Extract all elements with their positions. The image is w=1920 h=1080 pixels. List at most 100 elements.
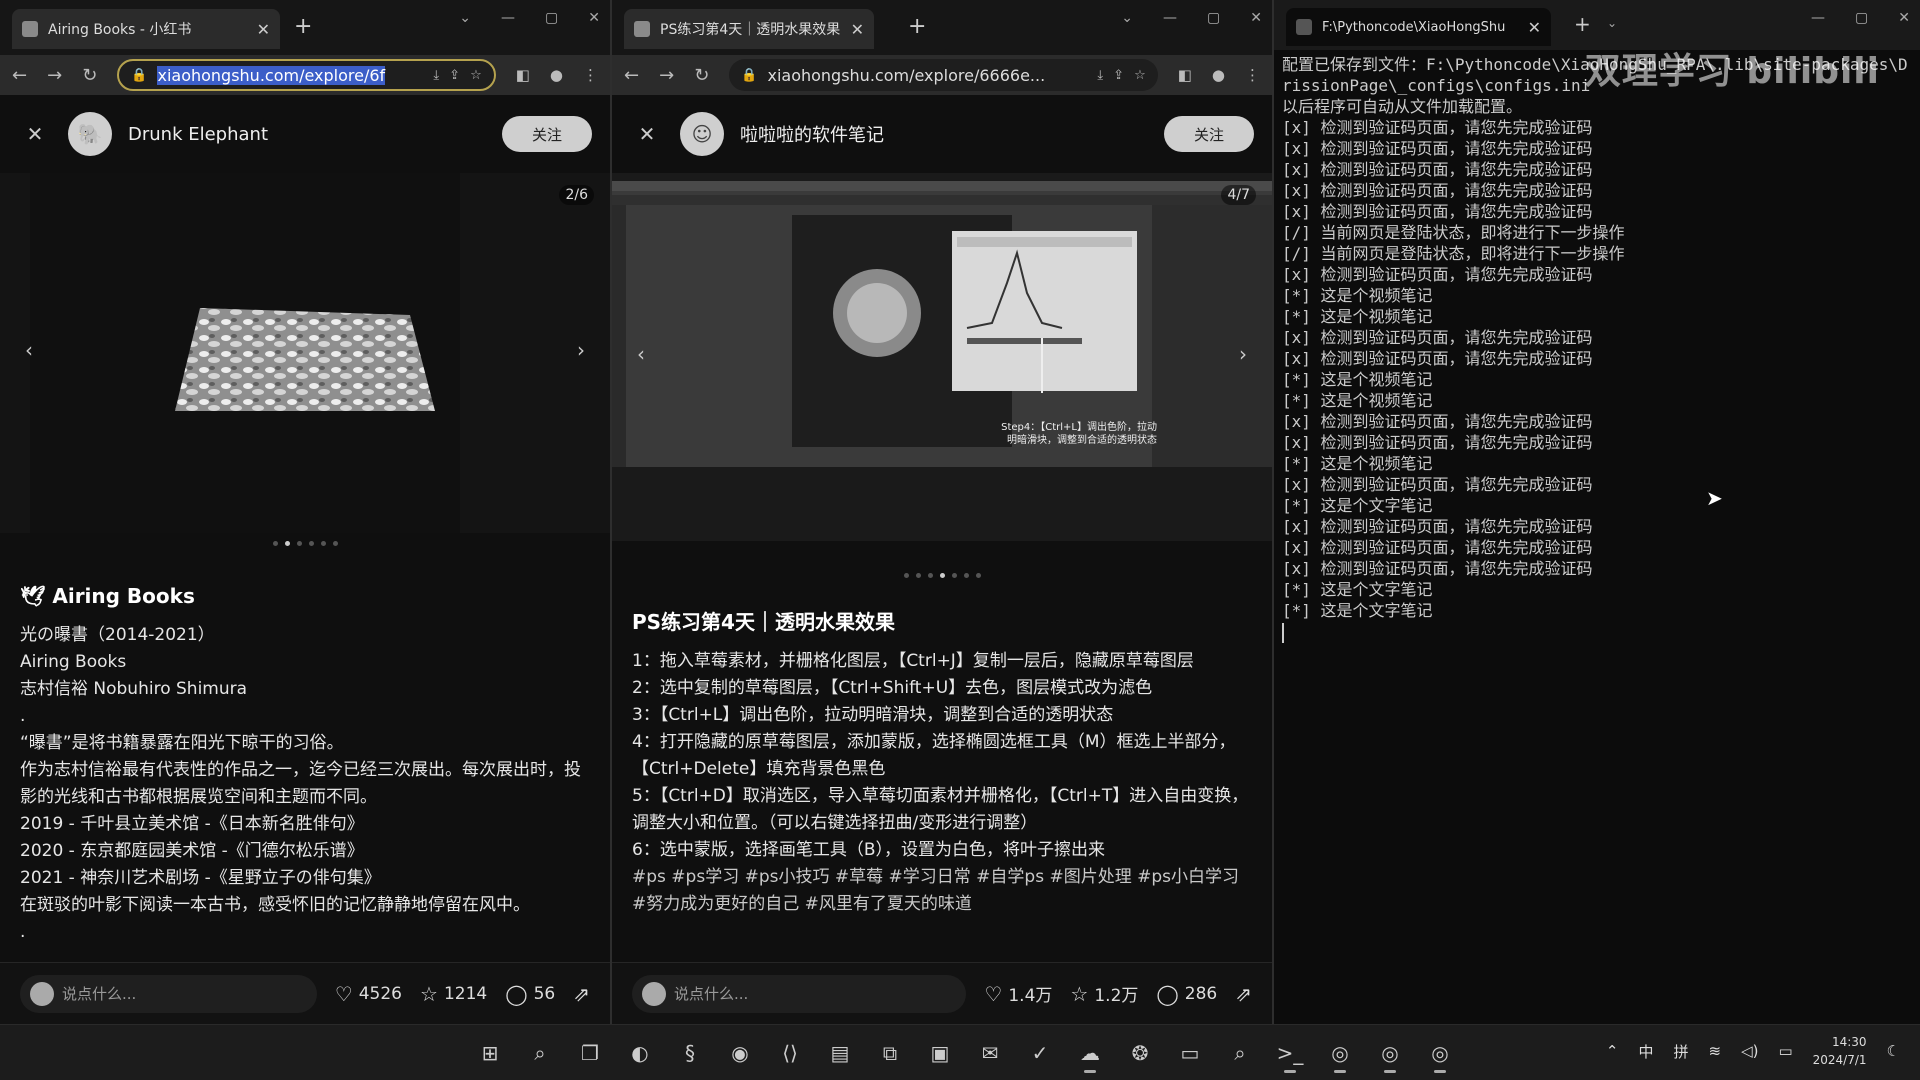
close-window-icon[interactable]: ✕ <box>1250 10 1262 26</box>
back-icon[interactable]: ← <box>624 65 639 86</box>
wifi-icon[interactable]: ≋ <box>1708 1042 1721 1060</box>
carousel-dot[interactable] <box>903 573 909 578</box>
note-image-carousel[interactable]: 4/7 ‹ › Step4：【Ctrl+L】调出色阶，拉动明暗滑块，调整到合适的… <box>612 173 1272 541</box>
terminal-app-icon[interactable]: >_ <box>1270 1033 1310 1073</box>
tray-overflow-icon[interactable]: ⌃ <box>1606 1042 1619 1060</box>
share-icon[interactable]: ⇪ <box>449 68 460 83</box>
address-bar[interactable]: 🔒 xiaohongshu.com/explore/6f ⤓ ⇪ ☆ <box>117 59 496 91</box>
share-icon[interactable]: ⇪ <box>1113 68 1124 83</box>
vscode-icon[interactable]: ⟨⟩ <box>770 1033 810 1073</box>
minimize-icon[interactable]: — <box>1811 10 1825 26</box>
collect-button[interactable]: ☆ 1214 <box>420 982 487 1006</box>
close-tab-icon[interactable]: ✕ <box>257 20 270 39</box>
carousel-dot[interactable] <box>296 541 302 546</box>
close-tab-icon[interactable]: ✕ <box>851 20 864 39</box>
task-view-icon[interactable]: ❐ <box>570 1033 610 1073</box>
author-name[interactable]: Drunk Elephant <box>128 124 486 145</box>
file-explorer-icon[interactable]: ▭ <box>1170 1033 1210 1073</box>
follow-button[interactable]: 关注 <box>1164 116 1254 152</box>
tab-dropdown-icon[interactable]: ⌄ <box>1607 16 1617 30</box>
note-image-carousel[interactable]: 2/6 ‹ › <box>0 173 610 533</box>
tab-search-icon[interactable]: ⌄ <box>1121 10 1133 26</box>
typora-icon[interactable]: ▤ <box>820 1033 860 1073</box>
outlook-icon[interactable]: ✉ <box>970 1033 1010 1073</box>
ime-indicator[interactable]: 中 <box>1638 1041 1653 1062</box>
carousel-dot[interactable] <box>951 573 957 578</box>
author-name[interactable]: 啦啦啦的软件笔记 <box>740 121 1148 147</box>
terminal-output[interactable]: 配置已保存到文件：F:\Pythoncode\XiaoHongShu_RPA\.… <box>1274 50 1920 647</box>
like-button[interactable]: ♡ 1.4万 <box>984 981 1052 1007</box>
carousel-dot[interactable] <box>963 573 969 578</box>
carousel-dot[interactable] <box>975 573 981 578</box>
carousel-dot[interactable] <box>308 541 314 546</box>
search-tool-icon[interactable]: ⌕ <box>1220 1033 1260 1073</box>
note-tags[interactable]: #ps #ps学习 #ps小技巧 #草莓 #学习日常 #自学ps #图片处理 #… <box>632 864 1256 918</box>
side-panel-icon[interactable]: ◧ <box>1178 66 1192 84</box>
bookmark-star-icon[interactable]: ☆ <box>470 68 482 83</box>
new-tab-icon[interactable]: + <box>1574 12 1591 36</box>
terminal-tab[interactable]: F:\Pythoncode\XiaoHongShu ✕ <box>1286 8 1551 46</box>
side-panel-icon[interactable]: ◧ <box>516 66 530 84</box>
edge-browser-icon[interactable]: ◐ <box>620 1033 660 1073</box>
maximize-icon[interactable]: ▢ <box>1207 10 1220 26</box>
bookmark-star-icon[interactable]: ☆ <box>1134 68 1146 83</box>
minimize-icon[interactable]: — <box>501 10 515 26</box>
carousel-dot-active[interactable] <box>939 573 945 578</box>
sublime-icon[interactable]: § <box>670 1033 710 1073</box>
author-avatar[interactable]: ☺ <box>680 112 724 156</box>
chrome-icon-2[interactable]: ◎ <box>1370 1033 1410 1073</box>
close-note-icon[interactable]: ✕ <box>18 122 52 146</box>
close-window-icon[interactable]: ✕ <box>588 10 600 26</box>
like-button[interactable]: ♡ 4526 <box>335 982 402 1006</box>
reload-icon[interactable]: ↻ <box>82 65 97 86</box>
url-text[interactable]: xiaohongshu.com/explore/6f <box>157 65 423 85</box>
close-window-icon[interactable]: ✕ <box>1898 10 1910 26</box>
install-icon[interactable]: ⤓ <box>433 68 439 83</box>
forward-icon[interactable]: → <box>659 65 674 86</box>
address-bar[interactable]: 🔒 xiaohongshu.com/explore/6666e... ⤓ ⇪ ☆ <box>729 59 1158 91</box>
carousel-dot[interactable] <box>927 573 933 578</box>
carousel-dot[interactable] <box>915 573 921 578</box>
maximize-icon[interactable]: ▢ <box>545 10 558 26</box>
tab-ps-practice[interactable]: PS练习第4天｜透明水果效果 - 小 ✕ <box>624 9 874 49</box>
profile-icon[interactable]: ● <box>1212 66 1225 84</box>
carousel-dot-active[interactable] <box>284 541 290 546</box>
comment-button[interactable]: ◯ 286 <box>1156 982 1217 1006</box>
close-note-icon[interactable]: ✕ <box>630 122 664 146</box>
reload-icon[interactable]: ↻ <box>694 65 709 86</box>
ime-mode[interactable]: 拼 <box>1673 1041 1688 1062</box>
volume-icon[interactable]: ◁) <box>1741 1042 1758 1060</box>
comment-input[interactable]: 说点什么... <box>632 974 967 1013</box>
next-image-icon[interactable]: › <box>1228 342 1258 372</box>
search-icon[interactable]: ⌕ <box>520 1033 560 1073</box>
menu-kebab-icon[interactable]: ⋮ <box>583 66 598 84</box>
network-app-icon[interactable]: ❂ <box>1120 1033 1160 1073</box>
new-tab-icon[interactable]: + <box>908 14 926 39</box>
battery-icon[interactable]: ▭ <box>1778 1042 1792 1060</box>
comment-button[interactable]: ◯ 56 <box>505 982 555 1006</box>
author-avatar[interactable]: 🐘 <box>68 112 112 156</box>
back-icon[interactable]: ← <box>12 65 27 86</box>
tab-search-icon[interactable]: ⌄ <box>459 10 471 26</box>
comment-input[interactable]: 说点什么... <box>20 974 317 1013</box>
check-app-icon[interactable]: ✓ <box>1020 1033 1060 1073</box>
forward-icon[interactable]: → <box>47 65 62 86</box>
powerpoint-icon[interactable]: ▣ <box>920 1033 960 1073</box>
close-tab-icon[interactable]: ✕ <box>1528 18 1541 37</box>
carousel-dot[interactable] <box>272 541 278 546</box>
tab-airing-books[interactable]: Airing Books - 小红书 ✕ <box>12 9 280 49</box>
start-windows-icon[interactable]: ⊞ <box>470 1033 510 1073</box>
notification-icon[interactable]: ☾ <box>1887 1042 1900 1060</box>
chrome-icon-3[interactable]: ◎ <box>1420 1033 1460 1073</box>
chrome-icon-1[interactable]: ◎ <box>1320 1033 1360 1073</box>
wechat-icon[interactable]: ☁ <box>1070 1033 1110 1073</box>
obs-icon[interactable]: ◉ <box>720 1033 760 1073</box>
share-button[interactable]: ⇗ <box>573 982 590 1006</box>
prev-image-icon[interactable]: ‹ <box>626 342 656 372</box>
install-icon[interactable]: ⤓ <box>1097 68 1103 83</box>
minimize-icon[interactable]: — <box>1163 10 1177 26</box>
maximize-icon[interactable]: ▢ <box>1855 10 1868 26</box>
follow-button[interactable]: 关注 <box>502 116 592 152</box>
share-button[interactable]: ⇗ <box>1235 982 1252 1006</box>
copy-app-icon[interactable]: ⧉ <box>870 1033 910 1073</box>
